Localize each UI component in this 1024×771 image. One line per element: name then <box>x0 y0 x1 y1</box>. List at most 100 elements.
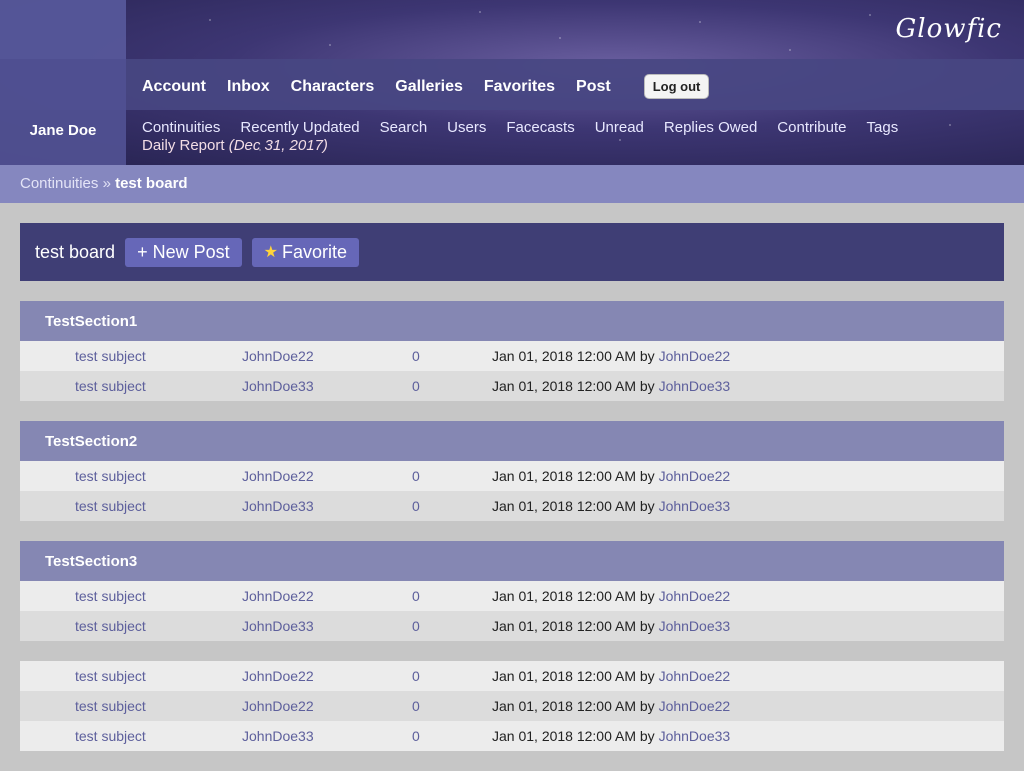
post-author-link[interactable]: JohnDoe22 <box>242 588 314 604</box>
star-icon: ★ <box>263 244 278 261</box>
post-row: test subject JohnDoe22 0 Jan 01, 2018 12:00… <box>20 341 1004 371</box>
post-replies-cell: 0 <box>412 618 492 634</box>
post-subject-link[interactable]: test subject <box>75 468 146 484</box>
post-subject-link[interactable]: test subject <box>75 498 146 514</box>
new-post-label: + New Post <box>137 241 230 262</box>
reply-count: 0 <box>412 698 420 714</box>
post-replies-cell: 0 <box>412 588 492 604</box>
board-section: TestSection2 test subject JohnDoe22 0 Jan 01… <box>20 421 1004 521</box>
user-panel <box>0 59 126 165</box>
subnav-facecasts[interactable]: Facecasts <box>506 119 574 136</box>
username[interactable]: Jane Doe <box>0 122 126 139</box>
section-title[interactable]: TestSection2 <box>20 421 1004 461</box>
post-updated-cell: Jan 01, 2018 12:00 AM by JohnDoe33 <box>492 618 1004 634</box>
post-author-link[interactable]: JohnDoe22 <box>242 468 314 484</box>
sub-nav: Continuities Recently Updated Search Use… <box>142 119 898 136</box>
subnav-unread[interactable]: Unread <box>595 119 644 136</box>
post-updated-cell: Jan 01, 2018 12:00 AM by JohnDoe22 <box>492 348 1004 364</box>
post-subject-link[interactable]: test subject <box>75 348 146 364</box>
subnav-tags[interactable]: Tags <box>867 119 899 136</box>
post-author-cell: JohnDoe22 <box>242 588 412 604</box>
site-logo[interactable]: Glowfic <box>896 14 1003 44</box>
post-subject-link[interactable]: test subject <box>75 378 146 394</box>
post-subject-link[interactable]: test subject <box>75 698 146 714</box>
by-label: by <box>639 378 655 394</box>
last-author-link[interactable]: JohnDoe22 <box>659 348 731 364</box>
nav-inbox[interactable]: Inbox <box>227 78 270 96</box>
last-author-link[interactable]: JohnDoe33 <box>659 728 731 744</box>
post-subject-link[interactable]: test subject <box>75 668 146 684</box>
by-label: by <box>639 728 655 744</box>
post-subject-cell: test subject <box>20 498 242 514</box>
updated-time: Jan 01, 2018 12:00 AM <box>492 588 636 604</box>
post-subject-cell: test subject <box>20 698 242 714</box>
post-subject-link[interactable]: test subject <box>75 588 146 604</box>
subnav-recently-updated[interactable]: Recently Updated <box>240 119 359 136</box>
post-author-cell: JohnDoe33 <box>242 498 412 514</box>
daily-report-date: (Dec 31, 2017) <box>228 137 328 154</box>
nav-post[interactable]: Post <box>576 78 611 96</box>
post-author-link[interactable]: JohnDoe33 <box>242 728 314 744</box>
post-author-link[interactable]: JohnDoe33 <box>242 378 314 394</box>
post-replies-cell: 0 <box>412 468 492 484</box>
by-label: by <box>639 498 655 514</box>
updated-time: Jan 01, 2018 12:00 AM <box>492 498 636 514</box>
breadcrumb-separator: » <box>102 175 111 192</box>
post-subject-link[interactable]: test subject <box>75 618 146 634</box>
post-updated-cell: Jan 01, 2018 12:00 AM by JohnDoe33 <box>492 378 1004 394</box>
board-section: TestSection1 test subject JohnDoe22 0 Jan 01… <box>20 301 1004 401</box>
subnav-contribute[interactable]: Contribute <box>777 119 846 136</box>
updated-time: Jan 01, 2018 12:00 AM <box>492 618 636 634</box>
post-author-link[interactable]: JohnDoe33 <box>242 618 314 634</box>
post-subject-link[interactable]: test subject <box>75 728 146 744</box>
breadcrumb: Continuities » test board <box>0 165 1024 203</box>
last-author-link[interactable]: JohnDoe22 <box>659 668 731 684</box>
updated-time: Jan 01, 2018 12:00 AM <box>492 348 636 364</box>
updated-time: Jan 01, 2018 12:00 AM <box>492 668 636 684</box>
nav-characters[interactable]: Characters <box>291 78 375 96</box>
post-author-cell: JohnDoe22 <box>242 668 412 684</box>
daily-report: Daily Report (Dec 31, 2017) <box>142 137 328 154</box>
favorite-label: Favorite <box>281 241 347 262</box>
nav-galleries[interactable]: Galleries <box>395 78 463 96</box>
by-label: by <box>639 668 655 684</box>
post-row: test subject JohnDoe33 0 Jan 01, 2018 12:00… <box>20 721 1004 751</box>
nav-favorites[interactable]: Favorites <box>484 78 555 96</box>
logout-button[interactable]: Log out <box>643 74 710 99</box>
post-row: test subject JohnDoe33 0 Jan 01, 2018 12:00… <box>20 491 1004 521</box>
post-author-cell: JohnDoe22 <box>242 348 412 364</box>
section-title[interactable]: TestSection1 <box>20 301 1004 341</box>
by-label: by <box>639 698 655 714</box>
site-header: Glowfic Account Inbox Characters Galleri… <box>0 0 1024 165</box>
section-title[interactable]: TestSection3 <box>20 541 1004 581</box>
subnav-users[interactable]: Users <box>447 119 486 136</box>
last-author-link[interactable]: JohnDoe22 <box>659 588 731 604</box>
subnav-replies-owed[interactable]: Replies Owed <box>664 119 757 136</box>
post-row: test subject JohnDoe22 0 Jan 01, 2018 12:00… <box>20 691 1004 721</box>
new-post-button[interactable]: + New Post <box>125 237 242 267</box>
last-author-link[interactable]: JohnDoe22 <box>659 468 731 484</box>
reply-count: 0 <box>412 348 420 364</box>
post-replies-cell: 0 <box>412 348 492 364</box>
post-author-link[interactable]: JohnDoe22 <box>242 348 314 364</box>
last-author-link[interactable]: JohnDoe33 <box>659 378 731 394</box>
post-author-cell: JohnDoe33 <box>242 618 412 634</box>
post-author-link[interactable]: JohnDoe33 <box>242 498 314 514</box>
updated-time: Jan 01, 2018 12:00 AM <box>492 698 636 714</box>
nav-account[interactable]: Account <box>142 78 206 96</box>
breadcrumb-current: test board <box>115 175 188 192</box>
post-subject-cell: test subject <box>20 728 242 744</box>
breadcrumb-continuities[interactable]: Continuities <box>20 175 98 192</box>
last-author-link[interactable]: JohnDoe33 <box>659 618 731 634</box>
post-author-cell: JohnDoe22 <box>242 698 412 714</box>
subnav-search[interactable]: Search <box>380 119 428 136</box>
subnav-continuities[interactable]: Continuities <box>142 119 220 136</box>
last-author-link[interactable]: JohnDoe33 <box>659 498 731 514</box>
post-author-link[interactable]: JohnDoe22 <box>242 668 314 684</box>
favorite-button[interactable]: ★ Favorite <box>251 237 359 267</box>
post-author-link[interactable]: JohnDoe22 <box>242 698 314 714</box>
reply-count: 0 <box>412 618 420 634</box>
reply-count: 0 <box>412 588 420 604</box>
daily-report-link[interactable]: Daily Report <box>142 137 225 154</box>
last-author-link[interactable]: JohnDoe22 <box>659 698 731 714</box>
